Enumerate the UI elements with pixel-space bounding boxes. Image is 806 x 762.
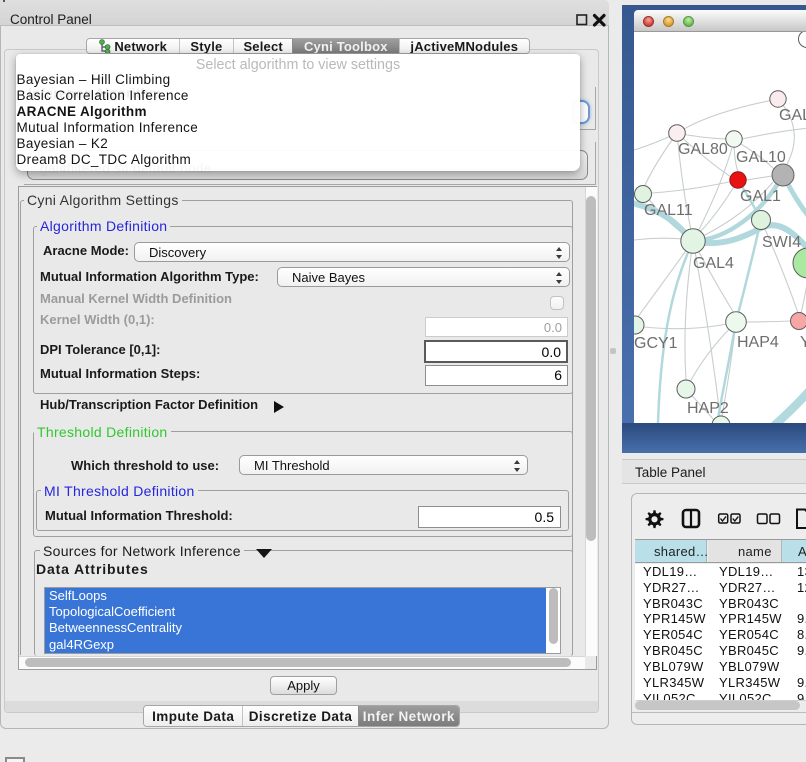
svg-text:GAL: GAL	[779, 107, 806, 124]
svg-text:HAP2: HAP2	[687, 400, 729, 417]
svg-text:GCY1: GCY1	[634, 335, 678, 352]
svg-text:GAL11: GAL11	[644, 202, 693, 219]
svg-text:GAL80: GAL80	[678, 141, 728, 158]
svg-text:GAL10: GAL10	[736, 149, 786, 166]
svg-text:GAL1: GAL1	[740, 188, 781, 205]
svg-text:GAL4: GAL4	[693, 255, 734, 272]
svg-text:HAP4: HAP4	[737, 334, 779, 351]
svg-text:SWI4: SWI4	[762, 234, 801, 251]
svg-text:Y: Y	[800, 334, 806, 351]
